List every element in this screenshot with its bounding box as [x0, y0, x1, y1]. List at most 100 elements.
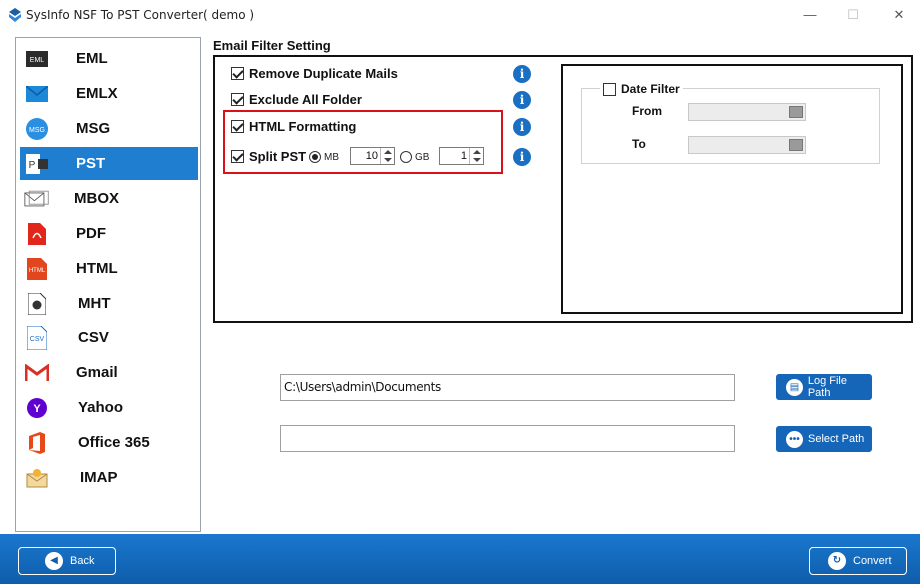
to-date-field[interactable] — [688, 136, 806, 154]
from-date-field[interactable] — [688, 103, 806, 121]
info-icon[interactable]: i — [513, 148, 531, 166]
sidebar-item-eml[interactable]: EML EML — [20, 42, 198, 75]
sidebar-item-pst[interactable]: P PST — [20, 147, 198, 180]
sidebar-item-label: Office 365 — [78, 434, 150, 451]
sidebar-item-label: HTML — [76, 260, 118, 277]
html-formatting-checkbox[interactable] — [231, 119, 244, 133]
select-path-label: Select Path — [808, 433, 865, 445]
mb-size-stepper[interactable]: 10 — [350, 147, 395, 165]
eml-icon: EML — [24, 47, 50, 71]
mb-radio-option[interactable]: MB — [309, 149, 339, 165]
log-file-icon: ▤ — [786, 378, 803, 396]
svg-text:EML: EML — [30, 57, 45, 64]
sidebar-item-imap[interactable]: IMAP — [20, 461, 198, 494]
mht-icon — [24, 292, 50, 316]
close-button[interactable]: ✕ — [889, 6, 909, 24]
sidebar-item-label: Gmail — [76, 364, 118, 381]
calendar-icon[interactable] — [789, 139, 803, 151]
sidebar-item-label: Yahoo — [78, 399, 124, 416]
split-pst-label: Split PST — [249, 148, 307, 164]
sidebar-item-mht[interactable]: MHT — [20, 287, 198, 320]
emlx-icon — [24, 82, 50, 106]
date-filter-option[interactable]: Date Filter — [600, 82, 683, 96]
sidebar-item-label: EML — [76, 50, 108, 67]
remove-duplicates-checkbox[interactable] — [231, 66, 244, 80]
html-formatting-option[interactable]: HTML Formatting — [231, 118, 356, 134]
imap-icon — [24, 466, 50, 490]
mb-size-value: 10 — [365, 150, 378, 162]
gb-size-value: 1 — [460, 150, 467, 162]
sidebar-item-office365[interactable]: Office 365 — [20, 426, 198, 459]
from-label: From — [632, 104, 662, 118]
sidebar-item-gmail[interactable]: Gmail — [20, 356, 198, 389]
remove-duplicates-option[interactable]: Remove Duplicate Mails — [231, 65, 398, 81]
sidebar-item-csv[interactable]: CSV CSV — [20, 321, 198, 354]
sidebar-item-emlx[interactable]: EMLX — [20, 77, 198, 110]
info-icon[interactable]: i — [513, 91, 531, 109]
sidebar-item-label: PST — [76, 155, 106, 172]
back-icon: ◀ — [45, 552, 63, 570]
office365-icon — [24, 431, 50, 455]
window-title: SysInfo NSF To PST Converter( demo ) — [26, 8, 255, 22]
gb-radio[interactable] — [400, 151, 412, 163]
gmail-icon — [24, 361, 50, 385]
yahoo-icon: Y — [24, 396, 50, 420]
csv-icon: CSV — [24, 325, 50, 350]
to-label: To — [632, 137, 646, 151]
title-bar: SysInfo NSF To PST Converter( demo ) — ☐… — [0, 0, 920, 30]
svg-text:MSG: MSG — [29, 127, 45, 134]
sidebar-item-label: CSV — [78, 329, 109, 346]
stepper-arrows-icon[interactable] — [380, 148, 394, 164]
email-filter-title: Email Filter Setting — [213, 38, 331, 53]
more-dots-icon: ••• — [786, 430, 803, 448]
calendar-icon[interactable] — [789, 106, 803, 118]
footer-bar: ◀ Back ↻ Convert — [0, 534, 920, 584]
sidebar-item-pdf[interactable]: PDF — [20, 217, 198, 250]
sidebar-item-mbox[interactable]: MBOX — [20, 182, 198, 215]
info-icon[interactable]: i — [513, 65, 531, 83]
msg-icon: MSG — [24, 117, 50, 141]
maximize-button[interactable]: ☐ — [843, 6, 863, 24]
gb-size-stepper[interactable]: 1 — [439, 147, 484, 165]
stepper-arrows-icon[interactable] — [469, 148, 483, 164]
exclude-all-folder-option[interactable]: Exclude All Folder — [231, 91, 362, 107]
sidebar-item-html[interactable]: HTML HTML — [20, 252, 198, 285]
pdf-icon — [24, 222, 50, 246]
log-file-path-input[interactable]: C:\Users\admin\Documents — [280, 374, 735, 401]
html-formatting-label: HTML Formatting — [249, 118, 357, 134]
format-sidebar: EML EML EMLX MSG MSG P PST MBOX PDF HTML… — [15, 37, 201, 532]
select-path-input[interactable] — [280, 425, 735, 452]
minimize-button[interactable]: — — [800, 6, 820, 24]
mb-label: MB — [324, 151, 339, 163]
log-file-path-button[interactable]: ▤ Log File Path — [776, 374, 872, 400]
sidebar-item-label: IMAP — [80, 469, 118, 486]
back-label: Back — [70, 555, 95, 567]
pst-icon: P — [24, 152, 50, 176]
svg-text:P: P — [29, 160, 36, 171]
sidebar-item-label: MBOX — [74, 190, 119, 207]
convert-button[interactable]: ↻ Convert — [809, 547, 907, 575]
split-pst-checkbox[interactable] — [231, 149, 244, 163]
log-file-path-label: Log File Path — [807, 375, 847, 399]
sidebar-item-msg[interactable]: MSG MSG — [20, 112, 198, 145]
split-pst-option[interactable]: Split PST — [231, 148, 306, 164]
mb-radio[interactable] — [309, 151, 321, 163]
svg-text:CSV: CSV — [30, 336, 45, 343]
app-logo-icon — [9, 8, 21, 22]
exclude-all-folder-checkbox[interactable] — [231, 92, 244, 106]
select-path-button[interactable]: ••• Select Path — [776, 426, 872, 452]
back-button[interactable]: ◀ Back — [18, 547, 116, 575]
info-icon[interactable]: i — [513, 118, 531, 136]
date-filter-checkbox[interactable] — [603, 82, 616, 96]
sidebar-item-label: MHT — [78, 295, 111, 312]
exclude-all-folder-label: Exclude All Folder — [249, 91, 362, 107]
convert-label: Convert — [853, 555, 892, 567]
app-window: SysInfo NSF To PST Converter( demo ) — ☐… — [0, 0, 920, 584]
convert-icon: ↻ — [828, 552, 846, 570]
sidebar-item-yahoo[interactable]: Y Yahoo — [20, 391, 198, 424]
gb-label: GB — [415, 151, 430, 163]
svg-text:HTML: HTML — [29, 268, 46, 274]
gb-radio-option[interactable]: GB — [400, 149, 429, 165]
sidebar-item-label: MSG — [76, 120, 111, 137]
sidebar-item-label: EMLX — [76, 85, 118, 102]
